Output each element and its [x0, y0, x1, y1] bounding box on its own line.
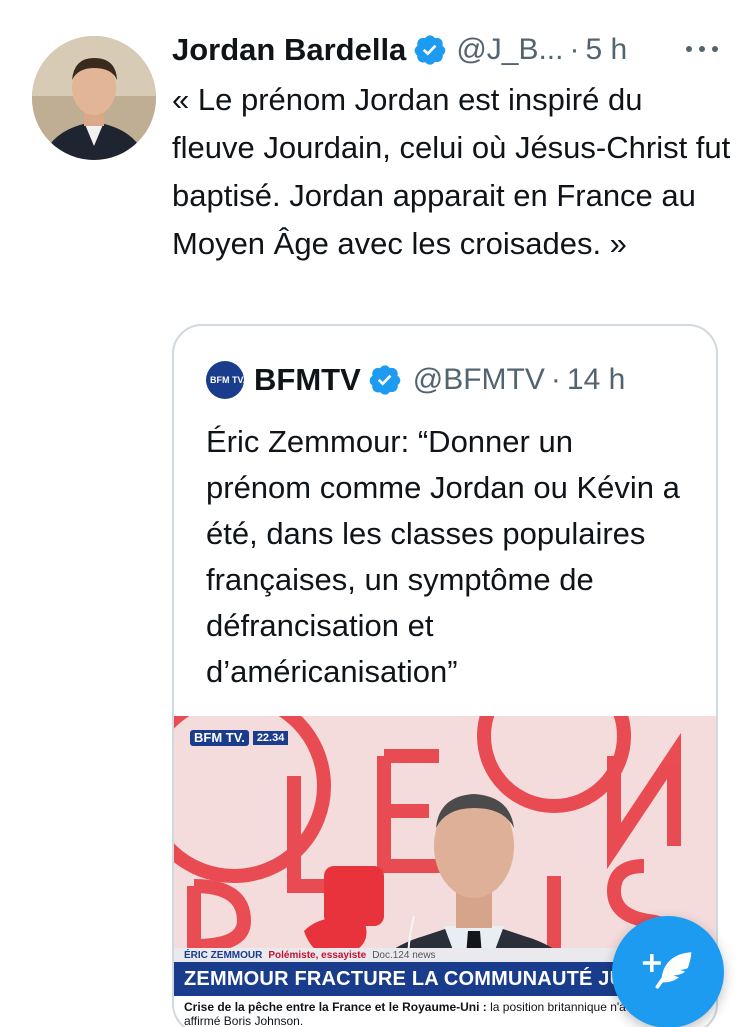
separator-dot: ·	[569, 33, 580, 66]
lower-third-role: Polémiste, essayiste	[268, 949, 367, 961]
ticker-bold: Crise de la pêche entre la France et le …	[184, 1000, 487, 1014]
bfmtv-avatar-text: BFM TV.	[210, 374, 246, 385]
quote-text: Éric Zemmour: “Donner un prénom comme Jo…	[206, 424, 680, 689]
separator-dot: ·	[550, 363, 561, 396]
tweet[interactable]: Jordan Bardella @J_B... · 5 h « Le préno…	[0, 0, 750, 1027]
more-horizontal-icon[interactable]	[682, 34, 722, 64]
clock: 22.34	[252, 731, 289, 745]
verified-badge-icon	[369, 364, 401, 396]
compose-tweet-button[interactable]	[612, 916, 724, 1027]
tweet-time[interactable]: 5 h	[585, 33, 627, 67]
verified-badge-icon	[414, 34, 446, 66]
tweet-text: « Le prénom Jordan est inspiré du fleuve…	[172, 82, 731, 261]
channel-logo: BFM TV. 22.34	[190, 730, 289, 746]
author-handle[interactable]: @J_B...	[456, 33, 563, 67]
quote-tweet-card[interactable]: BFM TV. BFMTV @BFMTV · 14 h Éric Zemmour…	[172, 324, 718, 1027]
author-name[interactable]: Jordan Bardella	[172, 32, 406, 68]
quote-header: BFM TV. BFMTV @BFMTV · 14 h	[206, 358, 625, 402]
bfmtv-avatar[interactable]: BFM TV.	[206, 361, 246, 399]
compose-tweet-icon	[642, 952, 692, 989]
lower-third-name: ÉRIC ZEMMOUR	[184, 949, 263, 961]
quote-author-name[interactable]: BFMTV	[254, 362, 361, 398]
avatar-image	[32, 36, 156, 160]
channel-logo-text: BFM TV.	[190, 730, 249, 746]
tweet-header: Jordan Bardella @J_B... · 5 h	[172, 28, 627, 72]
quote-author-handle[interactable]: @BFMTV	[413, 363, 545, 397]
lower-third-tag: Doc.124 news	[372, 949, 436, 961]
avatar[interactable]	[32, 36, 156, 160]
quote-time[interactable]: 14 h	[567, 363, 625, 397]
